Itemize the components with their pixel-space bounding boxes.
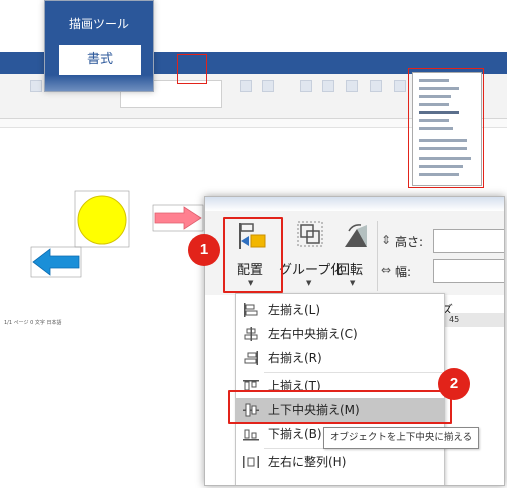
group-label: グループ化: [279, 263, 344, 278]
align-bottom-icon: [243, 429, 259, 441]
align-center-icon: [244, 327, 258, 341]
tooltip: オブジェクトを上下中央に揃える: [323, 427, 479, 449]
ribbon-mini-button[interactable]: [240, 80, 252, 92]
width-icon: ⇔: [381, 263, 392, 277]
left-arrow-shape[interactable]: [30, 246, 82, 278]
align-right-icon: [244, 351, 258, 365]
ribbon-mini-button[interactable]: [300, 80, 312, 92]
step-badge-2: 2: [438, 368, 470, 400]
menu-item-align-left[interactable]: 左揃え(L): [236, 298, 444, 322]
height-label: 高さ:: [395, 235, 424, 249]
right-arrow-shape[interactable]: [152, 204, 204, 232]
distribute-horizontal-icon: [243, 456, 259, 468]
circle-shape[interactable]: [74, 190, 130, 250]
group-icon: [297, 221, 323, 247]
ribbon-mini-button[interactable]: [394, 80, 406, 92]
chevron-down-icon: ▼: [350, 279, 356, 287]
status-bar: 1/1 ページ 0 文字 日本語: [4, 320, 62, 326]
mini-align-menu: [412, 72, 482, 186]
group-button[interactable]: グループ化 ▼: [279, 221, 343, 291]
ribbon-mini-button[interactable]: [30, 80, 42, 92]
rotate-label: 回転: [337, 263, 364, 278]
ruler-fragment: 45: [439, 313, 504, 327]
tab-zoom-callout: 描画ツール 書式: [44, 0, 154, 92]
align-middle-highlight: [228, 390, 452, 424]
ribbon-mini-button[interactable]: [370, 80, 382, 92]
menu-item-align-center[interactable]: 左右中央揃え(C): [236, 322, 444, 346]
menu-item-distribute-horizontal[interactable]: 左右に整列(H): [236, 450, 444, 474]
rotate-icon: [345, 224, 367, 247]
ribbon-mini-button[interactable]: [262, 80, 274, 92]
ribbon-mini-button[interactable]: [346, 80, 358, 92]
width-label: 幅:: [395, 265, 412, 279]
drawing-tools-label: 描画ツール: [68, 17, 129, 31]
ruler-number: 45: [449, 315, 460, 324]
height-icon: ⇕: [381, 233, 392, 247]
format-tab-highlight: [177, 54, 207, 84]
height-input[interactable]: [433, 229, 504, 253]
rotate-button[interactable]: 回転 ▼: [335, 221, 375, 291]
step-badge-1: 1: [188, 234, 220, 266]
tab-format[interactable]: 書式: [59, 45, 141, 75]
chevron-down-icon: ▼: [306, 279, 312, 287]
width-input[interactable]: [433, 259, 504, 283]
menu-item-align-right[interactable]: 右揃え(R): [236, 346, 444, 370]
align-left-icon: [244, 303, 258, 317]
arrange-button-highlight: [223, 217, 283, 293]
ribbon-mini-button[interactable]: [322, 80, 334, 92]
